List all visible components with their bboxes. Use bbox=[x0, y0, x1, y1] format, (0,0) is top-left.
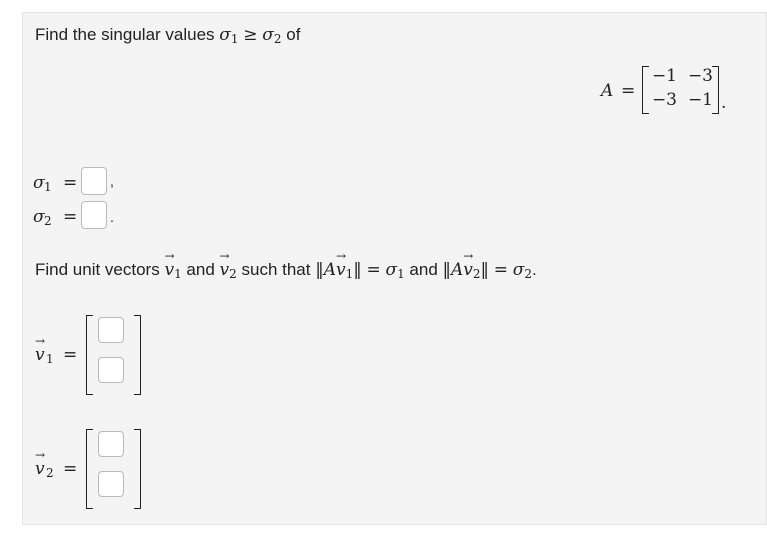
equals-sign: = bbox=[366, 260, 381, 280]
subscript: 2 bbox=[472, 267, 481, 281]
equals-sign: = bbox=[63, 459, 78, 479]
right-bracket bbox=[134, 429, 141, 509]
equals-sign: = bbox=[63, 345, 78, 365]
sigma2-row: σ 2 = . bbox=[33, 199, 153, 233]
geq-symbol: ≥ bbox=[243, 25, 258, 45]
v2-component-2-input[interactable] bbox=[98, 471, 124, 497]
equals-sign: = bbox=[493, 260, 509, 280]
sigma-symbol: σ bbox=[219, 25, 231, 45]
v2-component-1-input[interactable] bbox=[98, 431, 124, 457]
v1-component-2-input[interactable] bbox=[98, 357, 124, 383]
prompt-text: of bbox=[286, 25, 301, 44]
matrix-name: A bbox=[601, 81, 614, 101]
sigma-symbol: σ bbox=[385, 260, 398, 280]
prompt-singular-values: Find the singular values σ1 ≥ σ2 of bbox=[35, 25, 300, 46]
matrix-a: A = −1 −3 −3 −1 . bbox=[597, 63, 767, 123]
norm-bar: ‖ bbox=[442, 260, 452, 280]
right-bracket bbox=[134, 315, 141, 395]
sigma-symbol: σ bbox=[33, 173, 45, 193]
prompt-text: and bbox=[404, 260, 443, 279]
matrix-name: A bbox=[323, 260, 336, 280]
sigma-symbol: σ bbox=[33, 207, 45, 227]
prompt-text: such that bbox=[236, 260, 316, 279]
subscript: 2 bbox=[46, 466, 54, 480]
prompt-text: Find the singular values bbox=[35, 25, 220, 44]
question-panel: Find the singular values σ1 ≥ σ2 of A = … bbox=[22, 12, 767, 525]
period: . bbox=[532, 260, 537, 279]
prompt-text: Find unit vectors bbox=[35, 260, 165, 279]
subscript: 1 bbox=[397, 267, 405, 281]
vector-v: v bbox=[35, 334, 45, 365]
sigma2-input[interactable] bbox=[81, 201, 107, 229]
period: . bbox=[110, 209, 114, 225]
sigma-symbol: σ bbox=[512, 260, 525, 280]
prompt-unit-vectors: Find unit vectors v1 and v2 such that ‖A… bbox=[35, 249, 537, 281]
vector-v: v bbox=[463, 249, 473, 280]
matrix-entry: −1 bbox=[687, 90, 713, 110]
equals-sign: = bbox=[63, 173, 78, 193]
equals-sign: = bbox=[621, 81, 636, 101]
comma: , bbox=[110, 173, 114, 189]
left-bracket bbox=[86, 429, 93, 509]
matrix-entry: −3 bbox=[687, 66, 713, 86]
subscript: 1 bbox=[44, 180, 52, 194]
norm-bar: ‖ bbox=[480, 260, 490, 280]
subscript: 1 bbox=[230, 32, 239, 46]
subscript: 2 bbox=[273, 32, 282, 46]
vector-v: v bbox=[336, 249, 346, 280]
v1-component-1-input[interactable] bbox=[98, 317, 124, 343]
sigma1-input[interactable] bbox=[81, 167, 107, 195]
vector-v: v bbox=[164, 249, 174, 280]
subscript: 1 bbox=[46, 352, 54, 366]
period: . bbox=[721, 93, 727, 113]
sigma1-row: σ 1 = , bbox=[33, 165, 153, 199]
left-bracket bbox=[642, 66, 649, 114]
left-bracket bbox=[86, 315, 93, 395]
v2-row: v 2 = bbox=[33, 425, 173, 515]
subscript: 2 bbox=[229, 267, 237, 281]
prompt-text: and bbox=[181, 260, 220, 279]
norm-bar: ‖ bbox=[353, 260, 362, 280]
matrix-name: A bbox=[451, 260, 464, 280]
right-bracket bbox=[712, 66, 719, 114]
v1-row: v 1 = bbox=[33, 311, 173, 401]
sigma-symbol: σ bbox=[262, 25, 274, 45]
subscript: 2 bbox=[44, 214, 52, 228]
matrix-entry: −1 bbox=[651, 66, 677, 86]
subscript: 1 bbox=[174, 267, 182, 281]
subscript: 2 bbox=[524, 267, 533, 281]
vector-v: v bbox=[35, 448, 45, 479]
matrix-entry: −3 bbox=[651, 90, 677, 110]
vector-v: v bbox=[220, 249, 230, 280]
norm-bar: ‖ bbox=[315, 260, 324, 280]
equals-sign: = bbox=[63, 207, 78, 227]
